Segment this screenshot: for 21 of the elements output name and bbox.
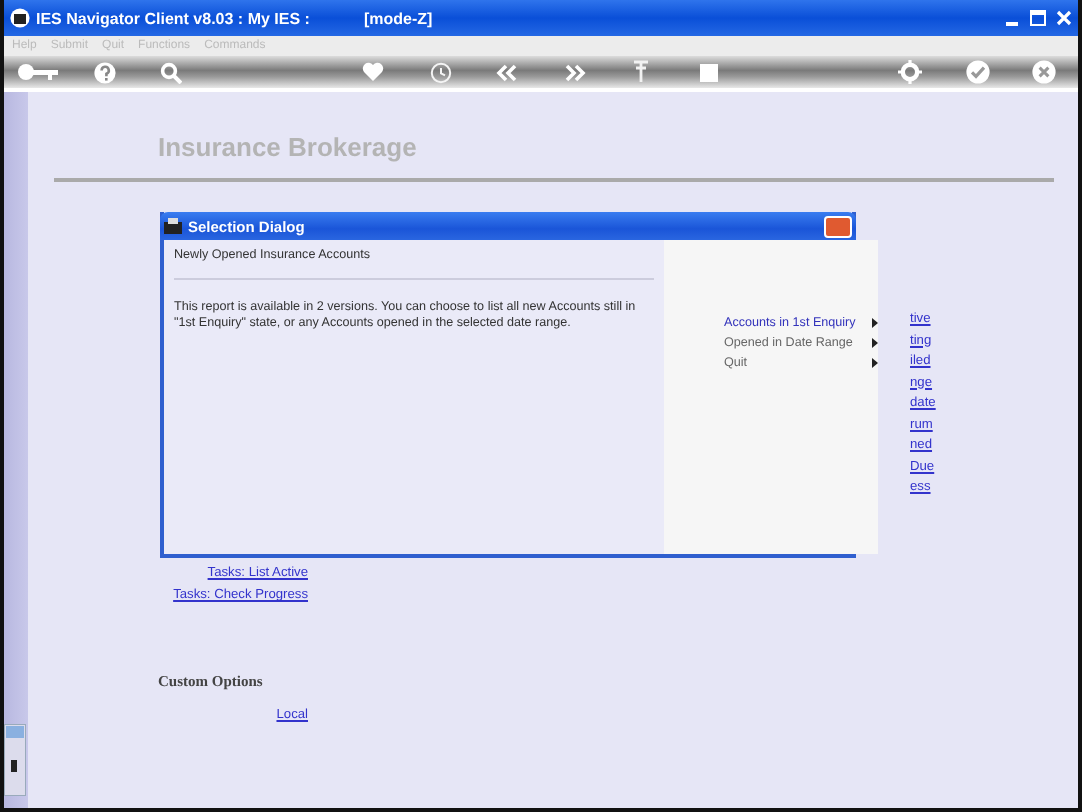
taskbar-app-icon[interactable] (4, 724, 26, 796)
page-heading: Insurance Brokerage (158, 132, 419, 164)
close-icon[interactable] (1032, 60, 1057, 84)
mode-label: [mode-Z] (363, 9, 433, 27)
maximize-icon[interactable] (1030, 10, 1046, 26)
close-icon[interactable] (1056, 10, 1072, 26)
close-button[interactable] (824, 215, 852, 237)
gear-icon[interactable] (898, 60, 923, 84)
double-chevron-right-icon[interactable] (563, 63, 586, 81)
clock-icon[interactable] (429, 61, 452, 83)
app-icon (10, 8, 30, 28)
double-chevron-left-icon[interactable] (496, 63, 519, 81)
check-icon[interactable] (965, 60, 990, 84)
heart-icon[interactable] (362, 62, 385, 82)
square-icon[interactable] (699, 63, 718, 81)
app-icon (164, 217, 182, 235)
window-title: IES Navigator Client v8.03 : My IES : (36, 9, 310, 27)
pin-icon[interactable] (632, 60, 651, 84)
key-icon[interactable] (15, 62, 60, 82)
help-icon[interactable] (93, 61, 116, 83)
search-icon[interactable] (160, 61, 183, 83)
